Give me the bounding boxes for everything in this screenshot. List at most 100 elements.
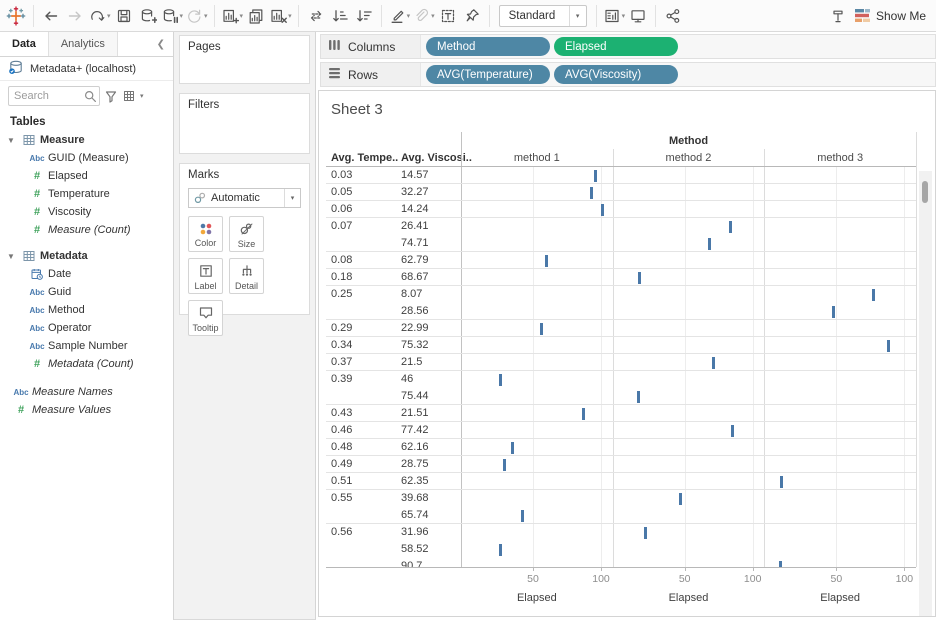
duplicate-sheet-button[interactable] — [244, 3, 268, 29]
datasource-item[interactable]: Metadata+ (localhost) — [0, 57, 173, 81]
filters-shelf[interactable]: Filters — [179, 93, 310, 154]
gantt-mark[interactable] — [644, 527, 647, 539]
tooltip-button[interactable]: Tooltip — [188, 300, 223, 336]
clear-sheet-caret-icon[interactable]: ▾ — [288, 12, 292, 20]
label-button[interactable]: Label — [188, 258, 223, 294]
pause-auto-updates-button[interactable]: ▾ — [160, 3, 185, 29]
gantt-mark[interactable] — [582, 408, 585, 420]
gantt-mark[interactable] — [679, 493, 682, 505]
field-item-measure-count-[interactable]: # Measure (Count) — [0, 221, 173, 239]
redo-arrow-button[interactable] — [63, 3, 87, 29]
panel-header-method-3[interactable]: method 3 — [764, 152, 916, 164]
field-item-measure-names[interactable]: Abc Measure Names — [0, 383, 173, 401]
run-auto-updates-button[interactable]: ▾ — [184, 3, 209, 29]
chevron-down-icon[interactable]: ▼ — [4, 252, 18, 261]
pages-shelf[interactable]: Pages — [179, 35, 310, 84]
field-item-method[interactable]: Abc Method — [0, 301, 173, 319]
pill-avg-viscosity-[interactable]: AVG(Viscosity) — [554, 65, 678, 84]
gantt-mark[interactable] — [499, 544, 502, 556]
gantt-mark[interactable] — [638, 272, 641, 284]
group-members-button[interactable]: ▾ — [411, 3, 436, 29]
gantt-mark[interactable] — [499, 374, 502, 386]
gantt-mark[interactable] — [708, 238, 711, 250]
field-item-operator[interactable]: Abc Operator — [0, 319, 173, 337]
gantt-mark[interactable] — [779, 561, 782, 568]
new-worksheet-button[interactable]: ▾ — [220, 3, 245, 29]
new-data-source-button[interactable] — [136, 3, 160, 29]
fit-selector[interactable]: Standard ▾ — [499, 5, 587, 27]
field-item-measure-values[interactable]: # Measure Values — [0, 401, 173, 419]
avg-temperature-header[interactable]: Avg. Tempe.. — [331, 152, 398, 164]
gantt-mark[interactable] — [601, 204, 604, 216]
highlight-pen-button[interactable]: ▾ — [387, 3, 412, 29]
field-item-viscosity[interactable]: # Viscosity — [0, 203, 173, 221]
vertical-scrollbar-thumb[interactable] — [922, 181, 928, 203]
swap-rows-columns-button[interactable] — [304, 3, 328, 29]
panel-header-method-2[interactable]: method 2 — [613, 152, 765, 164]
field-item-date[interactable]: Date — [0, 265, 173, 283]
pill-method[interactable]: Method — [426, 37, 550, 56]
fit-selector-caret-icon[interactable]: ▾ — [569, 6, 586, 26]
gantt-mark[interactable] — [729, 221, 732, 233]
gantt-mark[interactable] — [594, 170, 597, 182]
pill-avg-temperature-[interactable]: AVG(Temperature) — [426, 65, 550, 84]
gantt-mark[interactable] — [832, 306, 835, 318]
tab-analytics[interactable]: Analytics — [49, 32, 118, 56]
gantt-mark[interactable] — [521, 510, 524, 522]
show-mark-labels-button[interactable] — [436, 3, 460, 29]
gantt-mark[interactable] — [637, 391, 640, 403]
view-options-icon[interactable] — [122, 89, 136, 103]
color-button[interactable]: Color — [188, 216, 223, 252]
field-item-temperature[interactable]: # Temperature — [0, 185, 173, 203]
panel-header-method-1[interactable]: method 1 — [461, 152, 613, 164]
columns-shelf[interactable]: Columns MethodElapsed — [320, 34, 936, 59]
show-hide-cards-caret-icon[interactable]: ▾ — [622, 12, 626, 20]
table-item-metadata[interactable]: ▼ Metadata — [0, 247, 173, 265]
tableau-logo-button[interactable] — [4, 3, 28, 29]
replay-arrow-caret-icon[interactable]: ▾ — [107, 12, 111, 20]
pill-elapsed[interactable]: Elapsed — [554, 37, 678, 56]
pause-auto-updates-caret-icon[interactable]: ▾ — [180, 12, 184, 20]
new-worksheet-caret-icon[interactable]: ▾ — [240, 12, 244, 20]
replay-arrow-button[interactable]: ▾ — [87, 3, 112, 29]
gantt-mark[interactable] — [780, 476, 783, 488]
gantt-mark[interactable] — [511, 442, 514, 454]
collapse-pane-icon[interactable]: ❮ — [149, 32, 173, 56]
field-item-metadata-count-[interactable]: # Metadata (Count) — [0, 355, 173, 373]
sort-descending-button[interactable] — [352, 3, 376, 29]
fix-axes-button[interactable] — [460, 3, 484, 29]
vertical-scrollbar[interactable] — [919, 171, 932, 616]
gantt-mark[interactable] — [872, 289, 875, 301]
gantt-mark[interactable] — [545, 255, 548, 267]
chevron-down-icon[interactable]: ▼ — [4, 136, 18, 145]
presentation-mode-button[interactable] — [626, 3, 650, 29]
run-auto-updates-caret-icon[interactable]: ▾ — [204, 12, 208, 20]
field-item-sample-number[interactable]: Abc Sample Number — [0, 337, 173, 355]
detail-button[interactable]: Detail — [229, 258, 264, 294]
highlight-pen-caret-icon[interactable]: ▾ — [407, 12, 411, 20]
axis-title-elapsed[interactable]: Elapsed — [461, 592, 613, 604]
undo-arrow-button[interactable] — [39, 3, 63, 29]
share-workbook-button[interactable] — [661, 3, 685, 29]
rows-shelf[interactable]: Rows AVG(Temperature)AVG(Viscosity) — [320, 62, 936, 87]
view-options-caret-icon[interactable]: ▾ — [140, 92, 144, 100]
gantt-mark[interactable] — [887, 340, 890, 352]
filter-fields-icon[interactable] — [104, 89, 118, 103]
save-button[interactable] — [112, 3, 136, 29]
tab-data[interactable]: Data — [0, 32, 49, 56]
axis-title-elapsed[interactable]: Elapsed — [613, 592, 765, 604]
highlight-tool-button[interactable] — [826, 3, 850, 29]
gantt-mark[interactable] — [540, 323, 543, 335]
gantt-mark[interactable] — [503, 459, 506, 471]
field-item-guid[interactable]: Abc Guid — [0, 283, 173, 301]
show-me-button[interactable]: Show Me — [854, 8, 926, 23]
sort-ascending-button[interactable] — [328, 3, 352, 29]
mark-type-dropdown[interactable]: Automatic ▾ — [188, 188, 301, 208]
show-hide-cards-button[interactable]: ▾ — [602, 3, 627, 29]
method-column-header[interactable]: Method — [461, 135, 916, 147]
gantt-mark[interactable] — [590, 187, 593, 199]
field-item-guid-measure-[interactable]: Abc GUID (Measure) — [0, 149, 173, 167]
axis-title-elapsed[interactable]: Elapsed — [764, 592, 916, 604]
table-item-measure[interactable]: ▼ Measure — [0, 131, 173, 149]
mark-type-caret-icon[interactable]: ▾ — [284, 189, 300, 207]
